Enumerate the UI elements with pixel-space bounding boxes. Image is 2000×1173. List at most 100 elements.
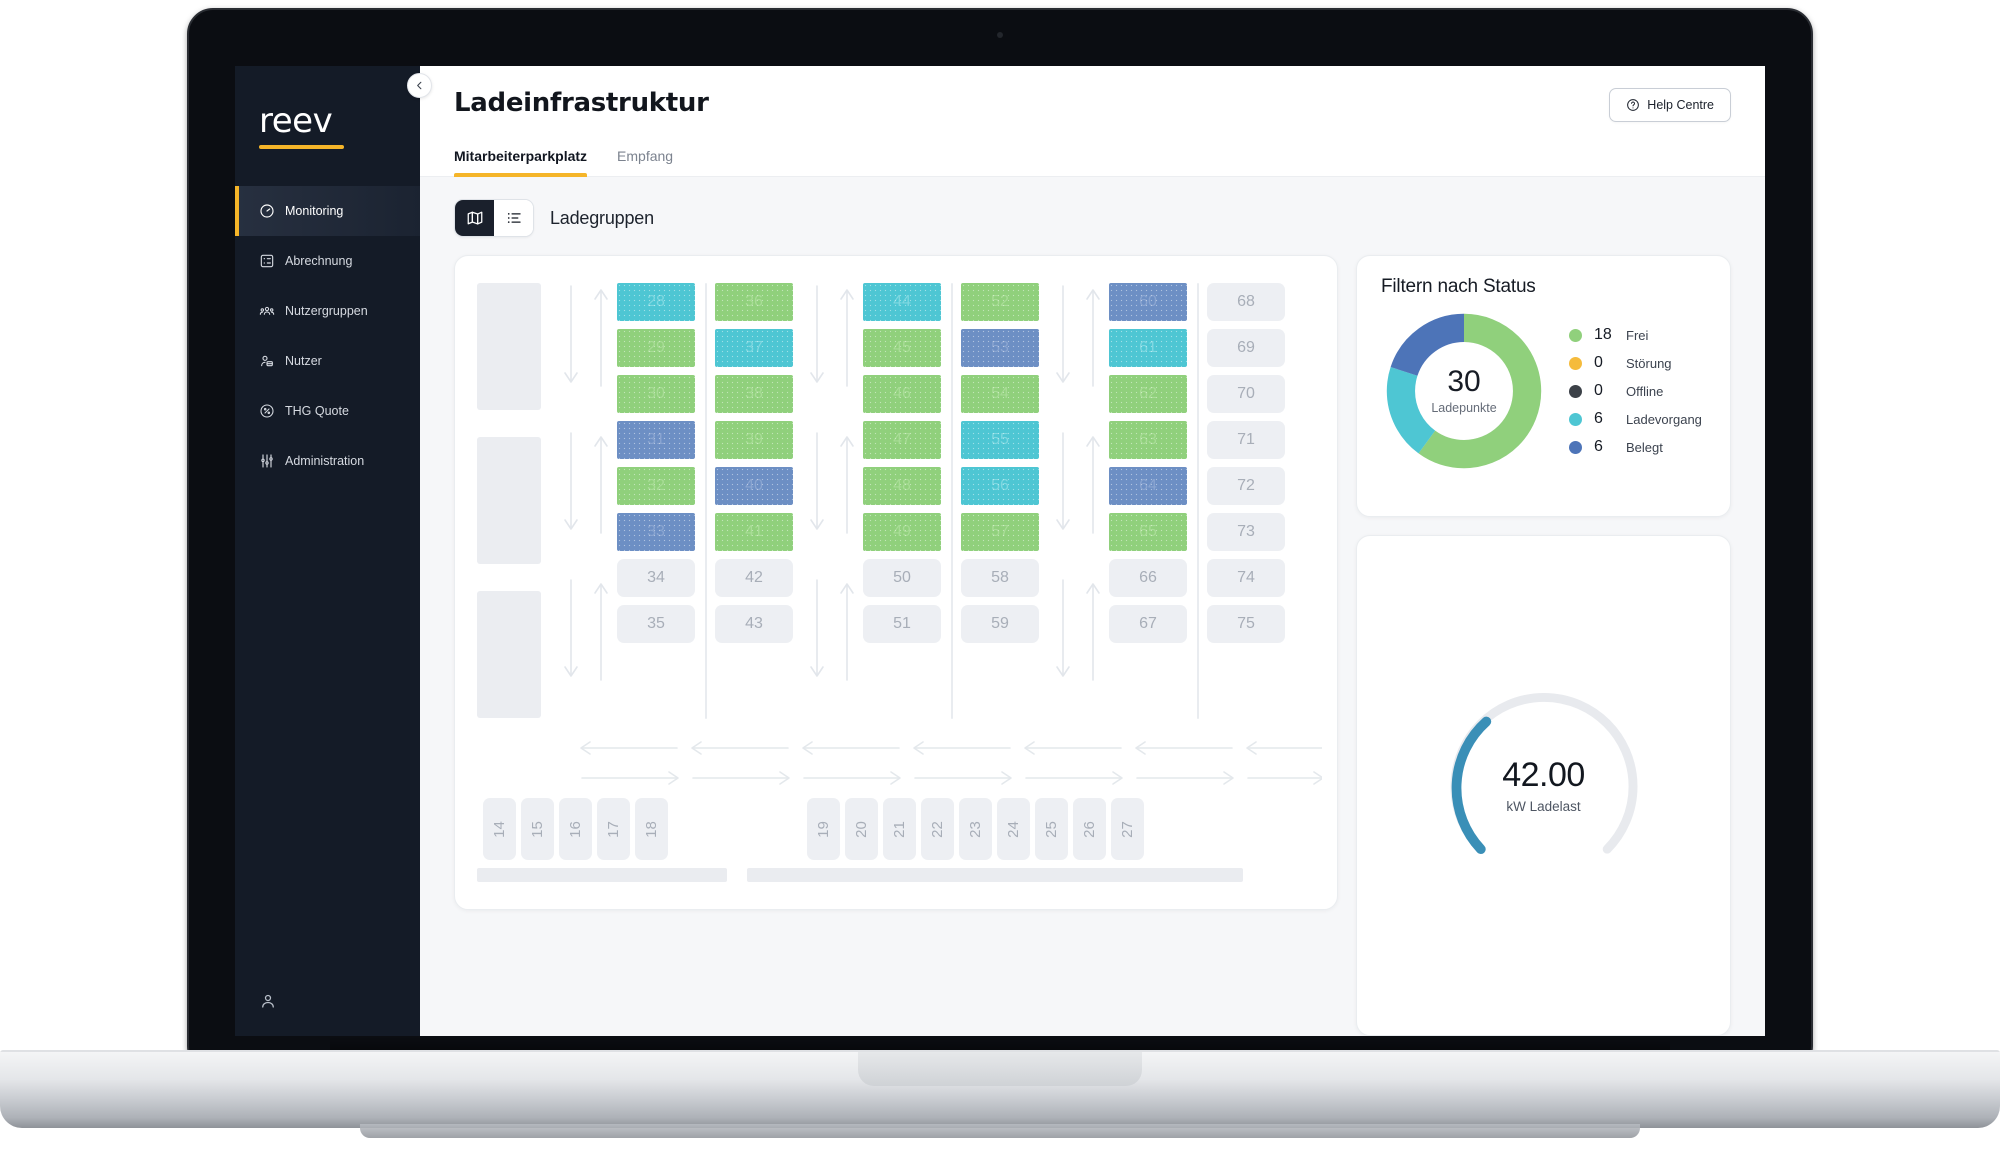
parking-slot[interactable]: 42 <box>715 559 793 597</box>
parking-slot[interactable]: 62 <box>1109 375 1187 413</box>
parking-slot[interactable]: 22 <box>921 798 954 860</box>
tab-mitarbeiterparkplatz[interactable]: Mitarbeiterparkplatz <box>454 148 588 177</box>
parking-slot[interactable]: 37 <box>715 329 793 367</box>
parking-slot[interactable]: 19 <box>807 798 840 860</box>
status-donut-chart[interactable]: 30 Ladepunkte <box>1381 308 1547 474</box>
parking-slot[interactable]: 38 <box>715 375 793 413</box>
parking-slot[interactable]: 17 <box>597 798 630 860</box>
legend-count: 0 <box>1594 354 1603 371</box>
tab-empfang[interactable]: Empfang <box>617 148 673 176</box>
parking-slot[interactable]: 35 <box>617 605 695 643</box>
sidebar-item-abrechnung[interactable]: Abrechnung <box>235 236 420 286</box>
map-view-button[interactable] <box>455 200 494 236</box>
parking-slot[interactable]: 43 <box>715 605 793 643</box>
help-centre-button[interactable]: Help Centre <box>1609 88 1731 122</box>
parking-map-card[interactable]: 28 29 30 31 32 33 34 35 36 37 38 39 40 41 42 43 44 45 46 47… <box>454 255 1338 910</box>
parking-slot[interactable]: 48 <box>863 467 941 505</box>
parking-slot[interactable]: 74 <box>1207 559 1285 597</box>
parking-slot[interactable]: 72 <box>1207 467 1285 505</box>
parking-slot[interactable]: 24 <box>997 798 1030 860</box>
parking-slot[interactable]: 30 <box>617 375 695 413</box>
parking-slot[interactable]: 70 <box>1207 375 1285 413</box>
parking-slot[interactable]: 39 <box>715 421 793 459</box>
parking-slot[interactable]: 68 <box>1207 283 1285 321</box>
parking-slot[interactable]: 49 <box>863 513 941 551</box>
sidebar-item-monitoring[interactable]: Monitoring <box>235 186 420 236</box>
slot-texture <box>863 329 941 367</box>
parking-slot[interactable]: 47 <box>863 421 941 459</box>
slot-texture <box>961 283 1039 321</box>
legend-row[interactable]: 0 Störung <box>1569 354 1702 372</box>
sidebar-item-administration[interactable]: Administration <box>235 436 420 486</box>
sidebar-item-nutzer[interactable]: Nutzer <box>235 336 420 386</box>
legend-count: 6 <box>1594 438 1603 455</box>
parking-slot[interactable]: 45 <box>863 329 941 367</box>
parking-slot[interactable]: 15 <box>521 798 554 860</box>
legend-color-dot <box>1569 384 1582 398</box>
parking-slot[interactable]: 63 <box>1109 421 1187 459</box>
parking-slot[interactable]: 21 <box>883 798 916 860</box>
parking-slot[interactable]: 53 <box>961 329 1039 367</box>
parking-slot[interactable]: 25 <box>1035 798 1068 860</box>
slot-column: 60 61 62 63 64 65 66 67 <box>1109 283 1187 643</box>
parking-slot[interactable]: 20 <box>845 798 878 860</box>
sidebar-account-button[interactable] <box>235 966 420 1036</box>
parking-slot[interactable]: 55 <box>961 421 1039 459</box>
parking-slot[interactable]: 73 <box>1207 513 1285 551</box>
parking-slot[interactable]: 50 <box>863 559 941 597</box>
legend-row[interactable]: 6 Ladevorgang <box>1569 410 1702 428</box>
parking-slot[interactable]: 65 <box>1109 513 1187 551</box>
parking-slot[interactable]: 57 <box>961 513 1039 551</box>
sidebar-item-thg-quote[interactable]: THG Quote <box>235 386 420 436</box>
slot-texture <box>617 375 695 413</box>
legend-row[interactable]: 18 Frei <box>1569 326 1702 344</box>
parking-slot[interactable]: 41 <box>715 513 793 551</box>
parking-slot[interactable]: 51 <box>863 605 941 643</box>
parking-slot[interactable]: 28 <box>617 283 695 321</box>
parking-slot[interactable]: 61 <box>1109 329 1187 367</box>
parking-slot[interactable]: 64 <box>1109 467 1187 505</box>
parking-slot[interactable]: 58 <box>961 559 1039 597</box>
legend-row[interactable]: 0 Offline <box>1569 382 1702 400</box>
sidebar-collapse-button[interactable] <box>407 73 432 98</box>
parking-slot[interactable]: 34 <box>617 559 695 597</box>
slot-texture <box>961 329 1039 367</box>
parking-slot[interactable]: 26 <box>1073 798 1106 860</box>
parking-slot[interactable]: 59 <box>961 605 1039 643</box>
sidebar-item-label: Nutzer <box>285 354 322 368</box>
parking-slot[interactable]: 66 <box>1109 559 1187 597</box>
slot-texture <box>715 421 793 459</box>
parking-slot[interactable]: 16 <box>559 798 592 860</box>
laptop-foot <box>360 1124 1640 1138</box>
map-icon <box>466 209 484 227</box>
parking-slot[interactable]: 23 <box>959 798 992 860</box>
kerb-strip <box>747 868 1243 882</box>
parking-slot[interactable]: 27 <box>1111 798 1144 860</box>
list-view-button[interactable] <box>494 200 533 236</box>
parking-slot[interactable]: 56 <box>961 467 1039 505</box>
parking-slot[interactable]: 60 <box>1109 283 1187 321</box>
parking-slot[interactable]: 46 <box>863 375 941 413</box>
legend-row[interactable]: 6 Belegt <box>1569 438 1702 456</box>
parking-slot[interactable]: 33 <box>617 513 695 551</box>
parking-slot[interactable]: 18 <box>635 798 668 860</box>
legend-color-dot <box>1569 412 1582 426</box>
parking-slot[interactable]: 31 <box>617 421 695 459</box>
parking-slot[interactable]: 36 <box>715 283 793 321</box>
parking-slot[interactable]: 40 <box>715 467 793 505</box>
parking-slot-label: 15 <box>529 820 546 838</box>
parking-slot[interactable]: 52 <box>961 283 1039 321</box>
sidebar-item-nutzergruppen[interactable]: Nutzergruppen <box>235 286 420 336</box>
parking-slot[interactable]: 69 <box>1207 329 1285 367</box>
parking-slot[interactable]: 44 <box>863 283 941 321</box>
parking-slot[interactable]: 71 <box>1207 421 1285 459</box>
parking-slot[interactable]: 75 <box>1207 605 1285 643</box>
parking-slot[interactable]: 54 <box>961 375 1039 413</box>
parking-slot[interactable]: 14 <box>483 798 516 860</box>
brand-logo[interactable]: reev <box>235 66 420 186</box>
parking-slot[interactable]: 29 <box>617 329 695 367</box>
slot-texture <box>1109 329 1187 367</box>
parking-slot[interactable]: 32 <box>617 467 695 505</box>
parking-slot[interactable]: 67 <box>1109 605 1187 643</box>
